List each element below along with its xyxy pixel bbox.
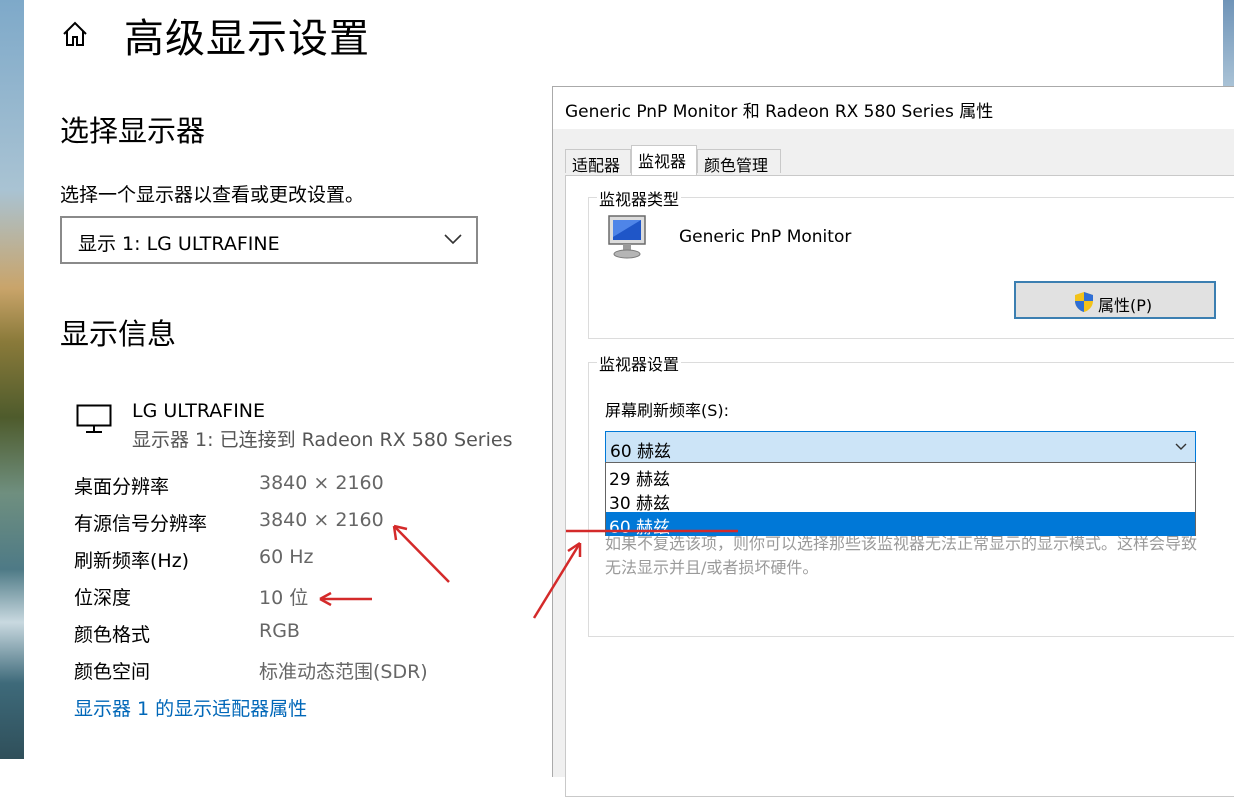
info-key: 刷新频率(Hz)	[74, 550, 190, 572]
desktop-wallpaper-right	[1223, 0, 1234, 86]
tab-adapter[interactable]: 适配器	[565, 149, 631, 175]
tab-monitor[interactable]: 监视器	[631, 145, 697, 175]
info-key: 有源信号分辨率	[74, 513, 208, 535]
display-select-dropdown[interactable]: 显示 1: LG ULTRAFINE	[60, 216, 478, 264]
properties-button[interactable]: 属性(P)	[1014, 281, 1216, 319]
monitor-properties-dialog: Generic PnP Monitor 和 Radeon RX 580 Seri…	[552, 86, 1234, 797]
option-label: 29 赫兹	[609, 470, 671, 490]
info-value: 3840 × 2160	[259, 509, 384, 531]
properties-button-label: 属性(P)	[1098, 296, 1153, 315]
option-label: 60 赫兹	[609, 518, 671, 538]
info-row-desktop-resolution: 桌面分辨率 3840 × 2160	[74, 472, 574, 502]
refresh-rate-options-list: 29 赫兹 30 赫兹 60 赫兹	[605, 462, 1196, 538]
refresh-rate-label: 屏幕刷新频率(S):	[605, 401, 730, 420]
info-value: 10 位	[259, 587, 309, 609]
info-row-color-format: 颜色格式 RGB	[74, 620, 574, 650]
refresh-warning-text: 如果不复选该项，则你可以选择那些该监视器无法正常显示的显示模式。这样会导致无法显…	[605, 534, 1198, 577]
monitor-device-icon	[608, 215, 646, 259]
adapter-properties-link[interactable]: 显示器 1 的显示适配器属性	[74, 694, 307, 721]
info-key: 桌面分辨率	[74, 476, 170, 498]
refresh-option-30[interactable]: 30 赫兹	[606, 488, 1195, 514]
info-row-bit-depth: 位深度 10 位	[74, 583, 574, 613]
info-value: 60 Hz	[259, 546, 314, 568]
info-row-active-signal-resolution: 有源信号分辨率 3840 × 2160	[74, 509, 574, 539]
monitor-connection: 显示器 1: 已连接到 Radeon RX 580 Series	[132, 429, 513, 451]
dialog-title: Generic PnP Monitor 和 Radeon RX 580 Seri…	[565, 102, 994, 122]
refresh-rate-selected: 60 赫兹	[610, 442, 672, 462]
dialog-titlebar[interactable]: Generic PnP Monitor 和 Radeon RX 580 Seri…	[553, 87, 1234, 129]
desktop-wallpaper-left	[0, 0, 24, 759]
info-value: 标准动态范围(SDR)	[259, 661, 428, 683]
select-display-heading: 选择显示器	[60, 114, 206, 148]
monitor-settings-group-label: 监视器设置	[597, 351, 682, 375]
tab-color-management[interactable]: 颜色管理	[697, 149, 781, 175]
info-value: RGB	[259, 620, 300, 642]
refresh-rate-combobox[interactable]: 60 赫兹	[605, 431, 1196, 463]
display-select-value: 显示 1: LG ULTRAFINE	[78, 233, 280, 255]
select-display-description: 选择一个显示器以查看或更改设置。	[60, 184, 365, 206]
refresh-option-60[interactable]: 60 赫兹	[606, 512, 1195, 538]
option-label: 30 赫兹	[609, 494, 671, 514]
chevron-down-icon	[1175, 443, 1187, 450]
refresh-option-29[interactable]: 29 赫兹	[606, 464, 1195, 490]
home-icon[interactable]	[61, 20, 89, 48]
monitor-name: LG ULTRAFINE	[132, 400, 266, 422]
info-key: 位深度	[74, 587, 132, 609]
info-row-refresh-rate: 刷新频率(Hz) 60 Hz	[74, 546, 574, 576]
display-info-heading: 显示信息	[60, 317, 177, 351]
monitor-type-name: Generic PnP Monitor	[679, 227, 852, 247]
info-key: 颜色格式	[74, 624, 151, 646]
page-title: 高级显示设置	[124, 16, 370, 62]
monitor-type-group-label: 监视器类型	[597, 186, 682, 210]
info-row-color-space: 颜色空间 标准动态范围(SDR)	[74, 657, 574, 687]
info-value: 3840 × 2160	[259, 472, 384, 494]
chevron-down-icon	[444, 234, 462, 245]
uac-shield-icon	[1075, 292, 1093, 312]
monitor-icon	[76, 404, 112, 433]
info-key: 颜色空间	[74, 661, 151, 683]
